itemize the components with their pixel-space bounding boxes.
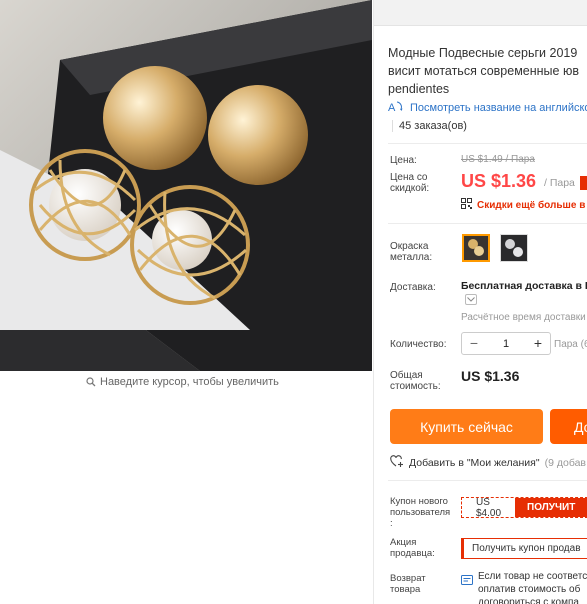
- label-line: Купон нового: [390, 496, 448, 507]
- label-line: Возврат: [390, 573, 426, 584]
- add-to-wishlist[interactable]: Добавить в "Мои желания" (9 добав: [390, 455, 586, 471]
- magnifier-icon: [86, 377, 96, 387]
- label-line: Акция: [390, 537, 417, 548]
- color-swatch-gold[interactable]: [462, 234, 490, 262]
- quantity-label: Количество:: [390, 339, 447, 350]
- divider: [388, 480, 587, 481]
- total-label: Общая стоимость:: [390, 370, 441, 392]
- text-line: оплатив стоимость об: [478, 584, 581, 595]
- quantity-available: Пара (6: [554, 339, 587, 350]
- zoom-hint-text: Наведите курсор, чтобы увеличить: [100, 376, 279, 388]
- seller-coupon-button[interactable]: Получить купон продав: [461, 538, 587, 559]
- return-policy-text: Если товар не соответс оплатив стоимость…: [478, 570, 587, 604]
- coupon-amount: US $4.00: [462, 497, 516, 519]
- new-user-coupon-label: Купон нового пользователя :: [390, 496, 450, 529]
- quantity-stepper[interactable]: − 1 +: [461, 332, 551, 355]
- translate-link-text[interactable]: Посмотреть название на английском: [410, 102, 587, 114]
- label-line: продавца:: [390, 548, 435, 559]
- label-line: скидкой:: [390, 183, 430, 194]
- delivery-estimate: Расчётное время доставки: [461, 312, 586, 323]
- shipping-method[interactable]: Бесплатная доставка в R: [461, 280, 587, 292]
- title-line: висит мотаться современные юв: [388, 64, 579, 78]
- quantity-minus-button[interactable]: −: [462, 333, 486, 354]
- return-policy-icon: [461, 572, 473, 590]
- discount-price: US $1.36: [461, 171, 537, 191]
- product-image[interactable]: [0, 0, 372, 371]
- price-unit: / Пара: [544, 177, 575, 189]
- qr-code-icon: [461, 198, 472, 212]
- title-line: Модные Подвесные серьги 2019: [388, 46, 578, 60]
- seller-promo-label: Акция продавца:: [390, 537, 435, 559]
- color-label: Окраска металла:: [390, 241, 432, 263]
- divider: [388, 223, 587, 224]
- new-user-coupon[interactable]: US $4.00 ПОЛУЧИТ: [461, 497, 587, 519]
- app-discount-link[interactable]: Скидки ещё больше в п: [461, 198, 587, 212]
- translate-icon: A: [388, 100, 404, 116]
- buy-now-button[interactable]: Купить сейчас: [390, 409, 543, 444]
- svg-text:A: A: [388, 102, 396, 113]
- label-line: Общая: [390, 370, 423, 381]
- old-price: US $1.49 / Пара: [461, 154, 535, 165]
- earrings-photo: [0, 0, 372, 371]
- total-price: US $1.36: [461, 368, 520, 384]
- top-strip: [374, 0, 587, 26]
- chevron-down-icon[interactable]: [465, 294, 477, 305]
- label-line: пользователя: [390, 507, 451, 518]
- returns-label: Возврат товара: [390, 573, 426, 595]
- wishlist-count: (9 добав: [544, 457, 587, 469]
- quantity-plus-button[interactable]: +: [526, 333, 550, 354]
- discount-price-label: Цена со скидкой:: [390, 172, 429, 194]
- title-line: pendientes: [388, 82, 450, 96]
- heart-plus-icon: [390, 455, 404, 471]
- quantity-input[interactable]: 1: [486, 338, 526, 350]
- text-line: Если товар не соответс: [478, 571, 587, 582]
- label-line: стоимость:: [390, 381, 441, 392]
- label-line: товара: [390, 584, 421, 595]
- delivery-label: Доставка:: [390, 282, 436, 293]
- add-to-cart-button[interactable]: До: [550, 409, 587, 444]
- product-page: Наведите курсор, чтобы увеличить Модные …: [0, 0, 587, 604]
- orders-count: 45 заказа(ов): [392, 120, 467, 132]
- app-discount-text[interactable]: Скидки ещё больше в п: [477, 200, 587, 211]
- label-line: металла:: [390, 252, 433, 263]
- label-line: Цена со: [390, 172, 428, 183]
- product-title: Модные Подвесные серьги 2019 висит мотат…: [388, 44, 587, 98]
- get-coupon-button[interactable]: ПОЛУЧИТ: [515, 498, 587, 517]
- label-line: :: [390, 518, 393, 529]
- divider: [388, 143, 587, 144]
- zoom-hint: Наведите курсор, чтобы увеличить: [86, 376, 279, 388]
- color-swatch-silver[interactable]: [500, 234, 528, 262]
- wishlist-text[interactable]: Добавить в "Мои желания": [409, 457, 540, 469]
- product-details: Модные Подвесные серьги 2019 висит мотат…: [373, 0, 587, 604]
- discount-badge: [580, 176, 587, 190]
- text-line: договориться с компа: [478, 597, 579, 604]
- translate-link[interactable]: A Посмотреть название на английском: [388, 100, 587, 116]
- price-label: Цена:: [390, 155, 417, 166]
- label-line: Окраска: [390, 241, 429, 252]
